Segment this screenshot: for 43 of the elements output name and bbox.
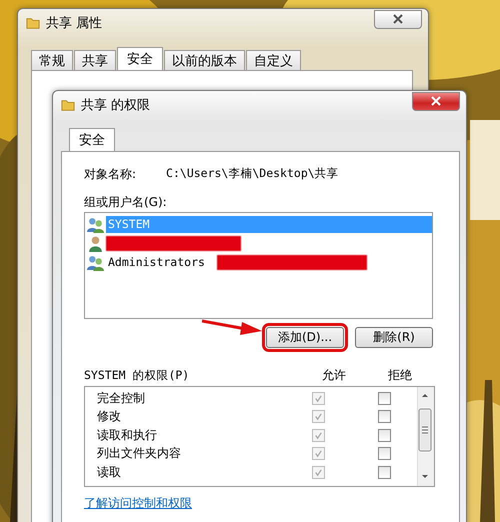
folder-icon (26, 15, 40, 31)
permission-name: 修改 (97, 408, 122, 426)
column-header: 拒绝 (387, 366, 413, 384)
users-icon (87, 216, 104, 233)
scrollbar[interactable] (417, 387, 434, 486)
close-button[interactable] (412, 92, 460, 110)
permission-name: 完全控制 (97, 390, 146, 407)
tab[interactable]: 安全 (69, 128, 115, 151)
allow-checkbox[interactable] (312, 447, 324, 460)
help-link[interactable]: 了解访问控制和权限 (84, 495, 192, 512)
close-icon (431, 96, 441, 106)
column-header: 允许 (321, 366, 347, 384)
permission-name: 列出文件夹内容 (97, 445, 182, 462)
allow-checkbox[interactable] (312, 410, 324, 424)
users-label: 组或用户名(G): (84, 194, 168, 211)
permission-name: 读取 (97, 464, 122, 481)
allow-checkbox[interactable] (312, 392, 324, 405)
close-button[interactable] (374, 10, 422, 28)
object-name-label: 对象名称: (84, 166, 136, 183)
window-title: 共享 属性 (46, 15, 102, 32)
permission-name: 读取和执行 (97, 426, 158, 444)
tab[interactable]: 共享 (74, 50, 116, 70)
tab[interactable]: 安全 (117, 47, 163, 70)
folder-icon (61, 97, 75, 113)
close-icon (393, 14, 403, 24)
deny-checkbox[interactable] (378, 410, 390, 424)
deny-checkbox[interactable] (378, 466, 390, 479)
tab[interactable]: 以前的版本 (164, 50, 245, 70)
dialog-button[interactable]: 删除(R) (355, 327, 433, 348)
annotation-arrow (202, 317, 262, 337)
window-title: 共享 的权限 (81, 97, 150, 114)
deny-checkbox[interactable] (378, 428, 390, 442)
deny-checkbox[interactable] (378, 392, 390, 405)
allow-checkbox[interactable] (312, 428, 324, 442)
tab[interactable]: 自定义 (246, 50, 301, 70)
allow-checkbox[interactable] (312, 466, 324, 479)
tab[interactable]: 常规 (31, 50, 73, 70)
deny-checkbox[interactable] (378, 447, 390, 460)
user-name[interactable]: Administrators (106, 254, 207, 271)
user-icon (87, 235, 104, 252)
object-path: C:\Users\李楠\Desktop\共享 (166, 166, 339, 182)
permissions-label: SYSTEM 的权限(P) (84, 368, 190, 382)
users-icon (87, 254, 104, 271)
